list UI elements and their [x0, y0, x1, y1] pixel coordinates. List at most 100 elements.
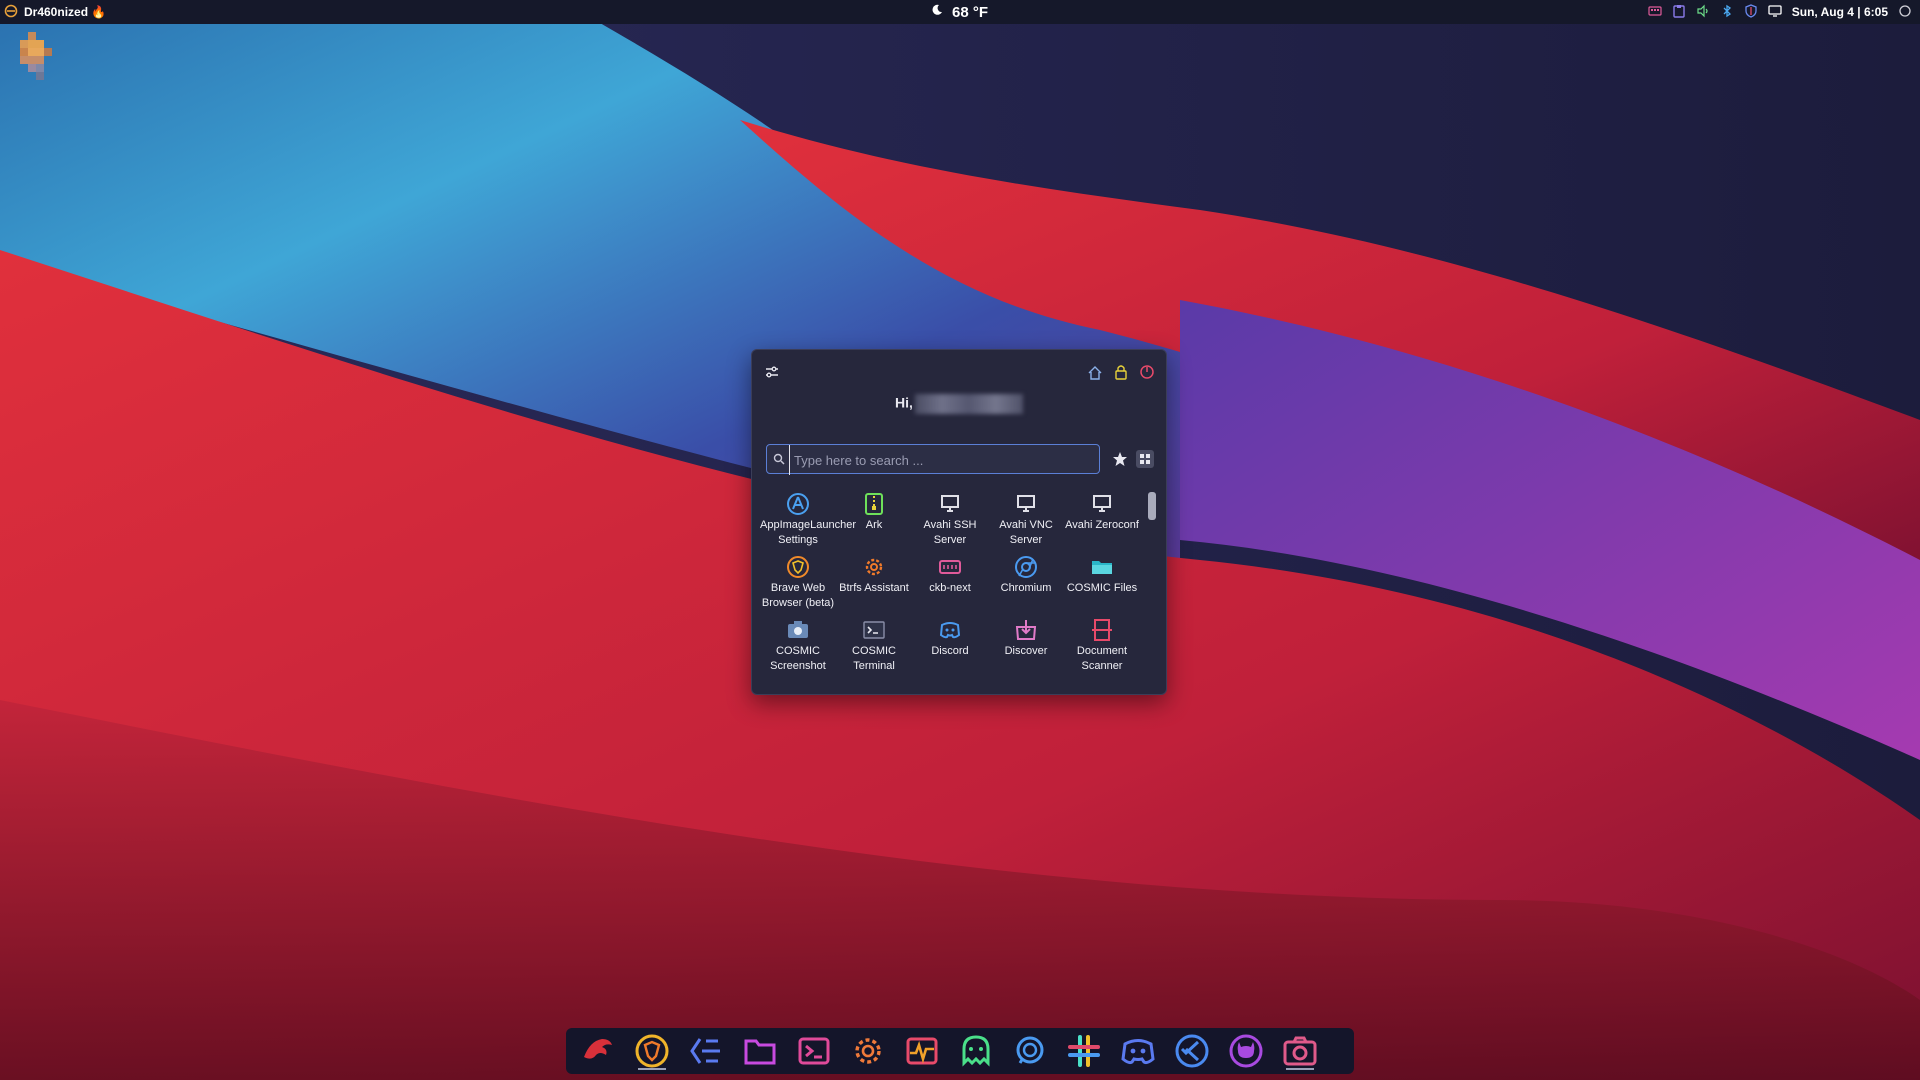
terminal-icon [798, 1037, 830, 1065]
app-label: Chromium [1000, 582, 1052, 594]
dock-item-settings[interactable] [850, 1033, 886, 1069]
app-item-chromium[interactable]: Chromium [988, 555, 1064, 615]
app-item-avahi-vnc-server[interactable]: Avahi VNC Server [988, 492, 1064, 552]
launcher-scrollbar[interactable] [1148, 492, 1156, 520]
app-label: COSMIC Files [1066, 582, 1138, 594]
dock-item-github[interactable] [1228, 1033, 1264, 1069]
search-input[interactable] [789, 445, 1096, 475]
greeting: Hi, [752, 394, 1166, 414]
archive-icon [865, 493, 883, 515]
terminal-icon [863, 621, 885, 639]
chromium-icon [1015, 556, 1037, 578]
files-icon [744, 1039, 776, 1065]
settings-icon [855, 1038, 881, 1064]
app-label: Ark [865, 519, 883, 531]
search-icon [772, 452, 786, 471]
appimage-icon [787, 493, 809, 515]
shield-tray-icon[interactable] [1744, 3, 1758, 21]
dock-item-screenshot[interactable] [1282, 1033, 1318, 1070]
dock-item-discord[interactable] [1120, 1033, 1156, 1069]
home-icon[interactable] [1087, 365, 1103, 381]
dock-item-brave[interactable] [634, 1033, 670, 1070]
vscode-icon [1175, 1034, 1209, 1068]
clipboard-tray-icon[interactable] [1672, 4, 1686, 21]
dock-item-editor[interactable] [688, 1033, 724, 1069]
sliders-icon[interactable] [764, 364, 780, 380]
redacted-username [914, 394, 1023, 414]
app-label: Document Scanner [1076, 645, 1128, 672]
workspace-label[interactable]: Dr460nized 🔥 [24, 5, 106, 19]
monitor-icon [941, 495, 959, 512]
app-label: Avahi SSH Server [923, 519, 977, 546]
screenshot-icon [1283, 1036, 1317, 1066]
weather-widget[interactable]: 68 °F [930, 0, 988, 24]
app-item-appimagelauncher-settings[interactable]: AppImageLauncher Settings [760, 492, 857, 552]
discord-icon [1121, 1039, 1155, 1065]
gear-icon [865, 558, 883, 576]
app-item-ckb-next[interactable]: ckb-next [912, 555, 988, 615]
app-label: Brave Web Browser (beta) [761, 582, 835, 609]
chat-icon [1016, 1036, 1044, 1064]
application-launcher: Hi, AppImageLauncher Settings Ark Avahi … [751, 349, 1167, 695]
bluetooth-tray-icon[interactable] [1720, 4, 1734, 21]
app-item-avahi-ssh-server[interactable]: Avahi SSH Server [912, 492, 988, 552]
power-icon[interactable] [1139, 364, 1155, 380]
dock-item-ghost[interactable] [958, 1033, 994, 1069]
app-item-document-scanner[interactable]: Document Scanner [1064, 618, 1140, 678]
app-item-cosmic-files[interactable]: COSMIC Files [1064, 555, 1140, 615]
brave-icon [787, 556, 809, 578]
garuda-dragon-icon [584, 1039, 612, 1059]
display-tray-icon[interactable] [1768, 4, 1782, 21]
app-item-avahi-zeroconf[interactable]: Avahi Zeroconf [1064, 492, 1140, 552]
keyboard-tray-icon[interactable] [1648, 4, 1662, 21]
search-box[interactable] [766, 444, 1100, 475]
brave-browser-icon [635, 1034, 669, 1068]
app-item-brave-web-browser-beta[interactable]: Brave Web Browser (beta) [760, 555, 836, 615]
app-item-ark[interactable]: Ark [836, 492, 912, 552]
github-icon [1229, 1034, 1263, 1068]
garuda-menu-icon[interactable] [4, 4, 18, 21]
camera-icon [788, 621, 808, 638]
grid-view-icon[interactable] [1136, 450, 1154, 468]
app-label: Avahi VNC Server [999, 519, 1053, 546]
editor-icon [690, 1038, 720, 1064]
folder-icon [1092, 561, 1112, 574]
lock-icon[interactable] [1113, 364, 1129, 380]
dock-active-indicator [1286, 1068, 1314, 1070]
dock-item-system-monitor[interactable] [904, 1033, 940, 1069]
ghost-icon [962, 1035, 990, 1067]
scanner-icon [1092, 619, 1112, 641]
app-item-btrfs-assistant[interactable]: Btrfs Assistant [836, 555, 912, 615]
clock[interactable]: Sun, Aug 4 | 6:05 [1792, 5, 1888, 19]
star-icon[interactable] [1112, 451, 1128, 467]
dock-item-vscode[interactable] [1174, 1033, 1210, 1069]
app-label: Discord [931, 645, 969, 657]
app-label: COSMIC Terminal [852, 645, 896, 672]
monitor-icon [1093, 495, 1111, 512]
system-monitor-icon [906, 1037, 938, 1065]
app-label: AppImageLauncher Settings [760, 519, 857, 546]
app-item-cosmic-terminal[interactable]: COSMIC Terminal [836, 618, 912, 678]
app-item-discord[interactable]: Discord [912, 618, 988, 678]
dock-item-slack[interactable] [1066, 1033, 1102, 1069]
slack-icon [1068, 1035, 1100, 1067]
dock-active-indicator [638, 1068, 666, 1070]
weather-temperature: 68 °F [952, 3, 989, 21]
app-item-cosmic-screenshot[interactable]: COSMIC Screenshot [760, 618, 836, 678]
app-item-discover[interactable]: Discover [988, 618, 1064, 678]
dock-item-terminal[interactable] [796, 1033, 832, 1069]
volume-tray-icon[interactable] [1696, 4, 1710, 21]
app-label: Discover [1004, 645, 1048, 657]
app-label: COSMIC Screenshot [770, 645, 826, 672]
dock-item-files[interactable] [742, 1033, 778, 1069]
power-tray-icon[interactable] [1898, 4, 1912, 21]
dock-item-chat[interactable] [1012, 1033, 1048, 1069]
desktop-avatar [12, 30, 60, 82]
app-label: ckb-next [929, 582, 971, 594]
monitor-icon [1017, 495, 1035, 512]
keyboard-icon [939, 560, 961, 574]
greeting-text: Hi, [895, 394, 913, 411]
app-label: Avahi Zeroconf [1065, 519, 1139, 531]
dock [566, 1028, 1354, 1074]
dock-item-garuda[interactable] [580, 1033, 616, 1069]
